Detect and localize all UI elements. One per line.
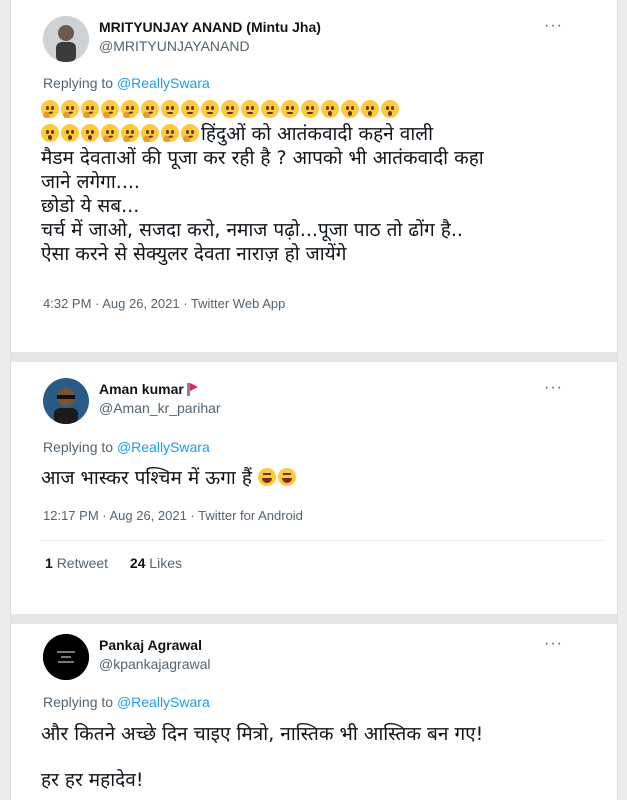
author-handle[interactable]: @kpankajagrawal [99, 656, 211, 672]
thinking-face-emoji-icon [61, 100, 79, 118]
avatar[interactable] [43, 16, 89, 62]
thinking-face-emoji-icon [161, 124, 179, 142]
tweet-text-line: ऐसा करने से सेक्युलर देवता नाराज़ हो जाय… [41, 243, 347, 265]
neutral-face-emoji-icon [301, 100, 319, 118]
thinking-face-emoji-icon [141, 124, 159, 142]
author-name[interactable]: Aman kumar [99, 381, 198, 397]
tweet-timestamp[interactable]: 4:32 PM · Aug 26, 2021 · Twitter Web App [43, 296, 285, 311]
profile-photo-icon [43, 16, 89, 62]
divider [41, 540, 603, 541]
neutral-face-emoji-icon [261, 100, 279, 118]
neutral-face-emoji-icon [181, 100, 199, 118]
author-name-text: Aman kumar [99, 381, 184, 397]
neutral-face-emoji-icon [201, 100, 219, 118]
tweet-text-line: हिंदुओं को आतंकवादी कहने वाली [201, 123, 434, 145]
tweet-timestamp[interactable]: 12:17 PM · Aug 26, 2021 · Twitter for An… [43, 508, 303, 523]
tweet-text-line: आज भास्कर पश्चिम में ऊगा हैं [41, 467, 252, 489]
more-options-icon[interactable]: ··· [544, 379, 563, 397]
replying-to-link[interactable]: @ReallySwara [117, 694, 210, 710]
laughing-emoji-icon [258, 468, 276, 486]
replying-to: Replying to @ReallySwara [43, 694, 210, 710]
tweet-text-line: और कितने अच्छे दिन चाइए मित्रो, नास्तिक … [41, 723, 484, 745]
replying-to: Replying to @ReallySwara [43, 75, 210, 91]
surprised-face-emoji-icon [81, 124, 99, 142]
neutral-face-emoji-icon [281, 100, 299, 118]
more-options-icon[interactable]: ··· [544, 635, 563, 653]
neutral-face-emoji-icon [241, 100, 259, 118]
surprised-face-emoji-icon [381, 100, 399, 118]
laughing-emoji-icon [278, 468, 296, 486]
tweet-text: और कितने अच्छे दिन चाइए मित्रो, नास्तिक … [41, 722, 601, 792]
emoji-row [41, 98, 601, 122]
surprised-face-emoji-icon [321, 100, 339, 118]
thinking-face-emoji-icon [181, 124, 199, 142]
tweet-text-line: जाने लगेगा.... [41, 171, 140, 193]
tweet-1[interactable]: MRITYUNJAY ANAND (Mintu Jha) @MRITYUNJAY… [11, 0, 617, 352]
profile-photo-icon [43, 378, 89, 424]
tweet-text: आज भास्कर पश्चिम में ऊगा हैं [41, 466, 601, 490]
tweet-text: हिंदुओं को आतंकवादी कहने वाली मैडम देवता… [41, 98, 601, 266]
tweet-text-line: हर हर महादेव! [41, 769, 144, 791]
tweet-thread: MRITYUNJAY ANAND (Mintu Jha) @MRITYUNJAY… [10, 0, 618, 800]
thinking-face-emoji-icon [141, 100, 159, 118]
replying-to-link[interactable]: @ReallySwara [117, 439, 210, 455]
replying-to-prefix: Replying to [43, 439, 114, 455]
thinking-face-emoji-icon [121, 124, 139, 142]
tweet-stats: 1 Retweet 24 Likes [45, 555, 182, 571]
thread-separator [11, 614, 617, 624]
tweet-text-line: मैडम देवताओं की पूजा कर रही है ? आपको भी… [41, 147, 484, 169]
tweet-text-line: चर्च में जाओ, सजदा करो, नमाज पढ़ो...पूजा… [41, 219, 463, 241]
thinking-face-emoji-icon [101, 100, 119, 118]
replying-to-link[interactable]: @ReallySwara [117, 75, 210, 91]
thinking-face-emoji-icon [121, 100, 139, 118]
surprised-face-emoji-icon [341, 100, 359, 118]
neutral-face-emoji-icon [161, 100, 179, 118]
surprised-face-emoji-icon [41, 124, 59, 142]
author-handle[interactable]: @MRITYUNJAYANAND [99, 38, 250, 54]
thread-separator [11, 352, 617, 362]
likes-stat[interactable]: 24 Likes [130, 555, 182, 571]
thinking-face-emoji-icon [81, 100, 99, 118]
emoji-row [41, 123, 201, 145]
replying-to-prefix: Replying to [43, 75, 114, 91]
thinking-face-emoji-icon [41, 100, 59, 118]
tweet-2[interactable]: Aman kumar @Aman_kr_parihar ··· Replying… [11, 362, 617, 614]
author-name[interactable]: Pankaj Agrawal [99, 637, 202, 653]
avatar[interactable] [43, 378, 89, 424]
tweet-text-line: छोडो ये सब... [41, 195, 140, 217]
surprised-face-emoji-icon [61, 124, 79, 142]
replying-to-prefix: Replying to [43, 694, 114, 710]
profile-photo-icon [43, 634, 89, 680]
author-handle[interactable]: @Aman_kr_parihar [99, 400, 221, 416]
neutral-face-emoji-icon [221, 100, 239, 118]
avatar[interactable] [43, 634, 89, 680]
tweet-3[interactable]: Pankaj Agrawal @kpankajagrawal ··· Reply… [11, 624, 617, 800]
flag-icon [186, 383, 198, 396]
surprised-face-emoji-icon [361, 100, 379, 118]
more-options-icon[interactable]: ··· [544, 17, 563, 35]
retweets-stat[interactable]: 1 Retweet [45, 555, 108, 571]
author-name[interactable]: MRITYUNJAY ANAND (Mintu Jha) [99, 19, 321, 35]
thinking-face-emoji-icon [101, 124, 119, 142]
replying-to: Replying to @ReallySwara [43, 439, 210, 455]
